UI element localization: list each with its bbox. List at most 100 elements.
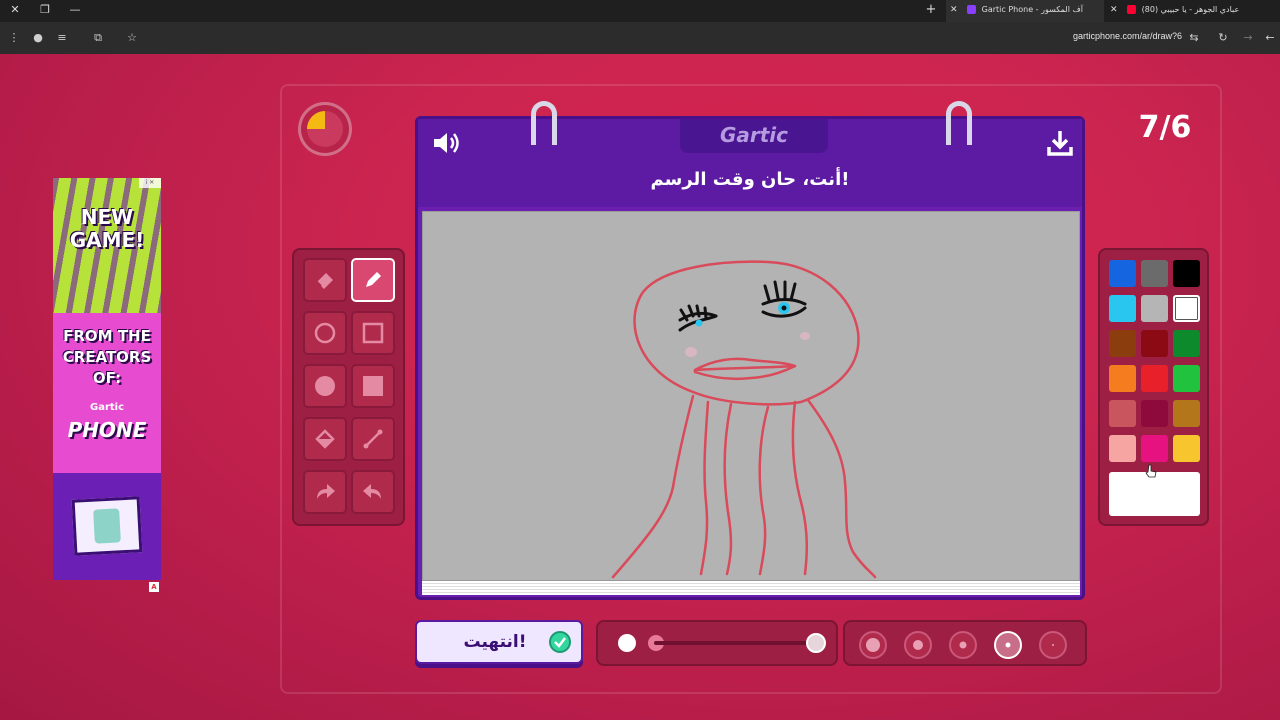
site-settings-icon[interactable]: ⇆ <box>1186 30 1202 46</box>
circle-outline-icon <box>314 322 336 344</box>
browser-toolbar: ⋮ ● ≡ ⧉ ☆ garticphone.com/ar/draw?6 ⇆ ↻ … <box>0 22 1280 54</box>
line-icon <box>363 429 383 449</box>
color-swatch[interactable] <box>1173 295 1200 322</box>
round-counter: 7/6 <box>1138 110 1192 145</box>
color-swatch[interactable] <box>1109 365 1136 392</box>
color-swatch[interactable] <box>1109 435 1136 462</box>
opacity-slider-panel <box>596 620 838 666</box>
close-window-icon[interactable]: ✕ <box>8 3 22 17</box>
line-tool[interactable] <box>351 417 395 461</box>
jellyfish-drawing <box>611 260 877 579</box>
hand-cursor-icon <box>1145 464 1157 478</box>
color-swatch[interactable] <box>1109 330 1136 357</box>
round-timer <box>298 102 352 156</box>
color-swatch[interactable] <box>1173 435 1200 462</box>
ad-choices-icon[interactable]: A <box>149 582 159 592</box>
binder-ring-right <box>946 101 972 145</box>
gartic-logo-tab: Gartic <box>680 119 828 153</box>
timer-clock-icon <box>307 111 343 147</box>
new-tab-button[interactable]: + <box>924 3 938 17</box>
done-button-label: انتهيت! <box>463 632 527 652</box>
brush-size-4[interactable] <box>994 631 1022 659</box>
brush-size-2[interactable] <box>904 631 932 659</box>
binder-ring-left <box>531 101 557 145</box>
color-swatch[interactable] <box>1173 330 1200 357</box>
drawing-canvas[interactable] <box>422 211 1080 581</box>
ad-portrait-icon <box>93 508 121 544</box>
rectangle-outline-tool[interactable] <box>351 311 395 355</box>
color-swatch[interactable] <box>1141 365 1168 392</box>
ad-subline: FROM THE CREATORS OF: <box>62 327 152 387</box>
color-palette <box>1098 248 1209 526</box>
advertisement[interactable]: i ✕ NEW GAME! FROM THE CREATORS OF: Gart… <box>53 178 161 580</box>
brush-size-1[interactable] <box>859 631 887 659</box>
color-swatch[interactable] <box>1109 400 1136 427</box>
share-icon[interactable]: ⧉ <box>90 30 106 46</box>
ad-logo-brand: PHONE <box>67 418 147 442</box>
speaker-icon <box>434 133 459 153</box>
color-swatch[interactable] <box>1173 400 1200 427</box>
ad-notepad-illustration <box>71 496 143 556</box>
paint-bucket-icon <box>315 429 335 449</box>
brush-size-5[interactable] <box>1039 631 1067 659</box>
drawing-notebook: Gartic أنت، حان وقت الرسم! <box>415 101 1085 600</box>
menu-dots-icon[interactable]: ⋮ <box>6 30 22 46</box>
brush-size-3[interactable] <box>949 631 977 659</box>
color-swatch[interactable] <box>1173 365 1200 392</box>
undo-tool[interactable] <box>351 470 395 514</box>
checkmark-icon <box>549 631 571 653</box>
profile-icon[interactable]: ● <box>30 30 46 46</box>
youtube-favicon-icon <box>1127 5 1137 14</box>
gartic-favicon-icon <box>967 5 977 14</box>
sound-toggle-button[interactable] <box>430 127 462 159</box>
color-swatch[interactable] <box>1109 295 1136 322</box>
url-field[interactable]: garticphone.com/ar/draw?6 <box>1073 31 1182 41</box>
redo-icon <box>317 484 335 499</box>
color-swatch[interactable] <box>1141 295 1168 322</box>
back-icon[interactable]: ← <box>1262 30 1278 46</box>
color-swatch[interactable] <box>1141 435 1168 462</box>
close-tab-icon[interactable]: ✕ <box>950 0 958 20</box>
square-filled-icon <box>363 376 383 396</box>
eraser-tool[interactable] <box>303 258 347 302</box>
opacity-slider[interactable] <box>598 622 836 664</box>
tab-label: Gartic Phone - آف المكسور <box>981 5 1083 14</box>
reload-icon[interactable]: ↻ <box>1215 30 1231 46</box>
fill-bucket-tool[interactable] <box>303 417 347 461</box>
download-button[interactable] <box>1044 127 1076 159</box>
tab-label: (80) عبادي الجوهر - يا حبيبي <box>1141 5 1240 14</box>
color-swatch[interactable] <box>1141 400 1168 427</box>
minimize-window-icon[interactable]: — <box>68 3 82 17</box>
tools-panel <box>292 248 405 526</box>
tune-icon[interactable]: ≡ <box>54 30 70 46</box>
ad-logo-small: Gartic <box>89 402 125 413</box>
star-icon[interactable]: ☆ <box>124 30 140 46</box>
circle-filled-icon <box>315 376 335 396</box>
redo-tool[interactable] <box>303 470 347 514</box>
brush-size-panel <box>843 620 1087 666</box>
current-color-preview <box>1109 472 1200 516</box>
pen-icon <box>366 272 381 287</box>
close-tab-icon[interactable]: ✕ <box>1110 0 1118 20</box>
draw-prompt: أنت، حان وقت الرسم! <box>650 169 850 190</box>
tab-gartic-phone[interactable]: ✕ Gartic Phone - آف المكسور <box>946 0 1104 22</box>
ellipse-outline-tool[interactable] <box>303 311 347 355</box>
gartic-logo: Gartic <box>719 123 789 147</box>
eraser-icon <box>316 273 333 289</box>
square-outline-icon <box>362 322 384 344</box>
undo-icon <box>363 484 381 499</box>
color-swatch[interactable] <box>1141 260 1168 287</box>
tab-youtube[interactable]: ✕ (80) عبادي الجوهر - يا حبيبي <box>1106 0 1266 22</box>
restore-window-icon[interactable]: ❐ <box>38 3 52 17</box>
color-swatch[interactable] <box>1109 260 1136 287</box>
done-button[interactable]: انتهيت! <box>415 620 583 664</box>
ad-info-badge[interactable]: i ✕ <box>139 178 161 188</box>
pen-tool[interactable] <box>351 258 395 302</box>
download-icon <box>1047 131 1073 156</box>
ellipse-filled-tool[interactable] <box>303 364 347 408</box>
forward-icon[interactable]: → <box>1240 30 1256 46</box>
color-swatch[interactable] <box>1173 260 1200 287</box>
color-swatch[interactable] <box>1141 330 1168 357</box>
rectangle-filled-tool[interactable] <box>351 364 395 408</box>
browser-tab-bar: ✕ ❐ — + ✕ Gartic Phone - آف المكسور ✕ (8… <box>0 0 1280 22</box>
